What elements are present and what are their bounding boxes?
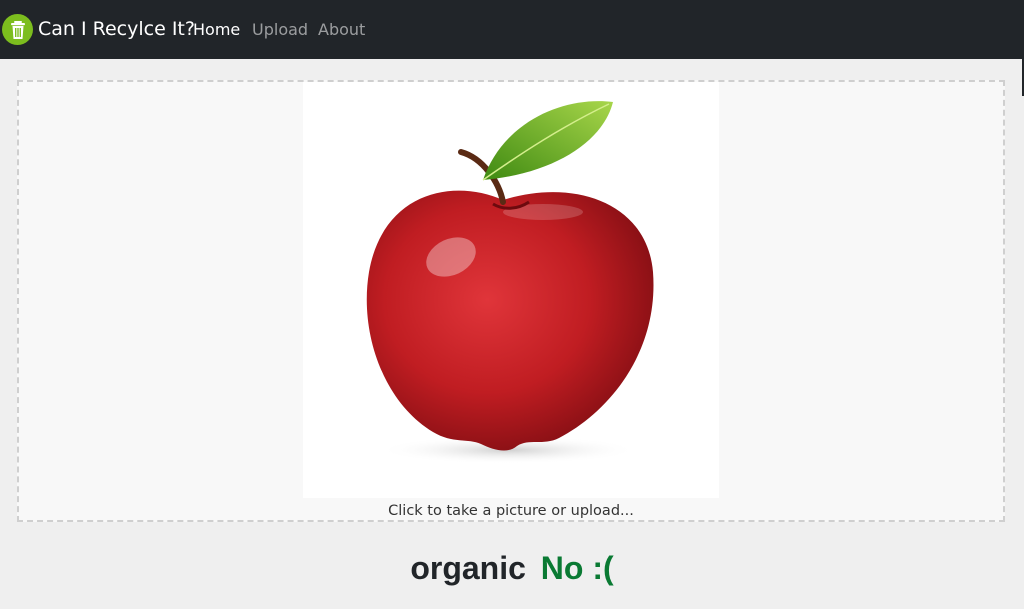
result-banner: organic No :(: [0, 548, 1024, 588]
navbar: Can I Recylce It? Home Upload About: [0, 0, 1024, 59]
apple-image: [303, 82, 719, 498]
brand-name: Can I Recylce It?: [38, 18, 195, 40]
nav-upload[interactable]: Upload: [252, 20, 308, 40]
trash-can-icon: [2, 14, 33, 45]
upload-dropzone[interactable]: Click to take a picture or upload...: [17, 80, 1005, 522]
nav-home[interactable]: Home: [193, 20, 240, 40]
nav-about[interactable]: About: [318, 20, 365, 40]
brand-link[interactable]: Can I Recylce It?: [2, 14, 195, 45]
result-verdict: No :(: [540, 550, 614, 586]
upload-caption: Click to take a picture or upload...: [388, 503, 634, 519]
result-category: organic: [410, 550, 526, 586]
